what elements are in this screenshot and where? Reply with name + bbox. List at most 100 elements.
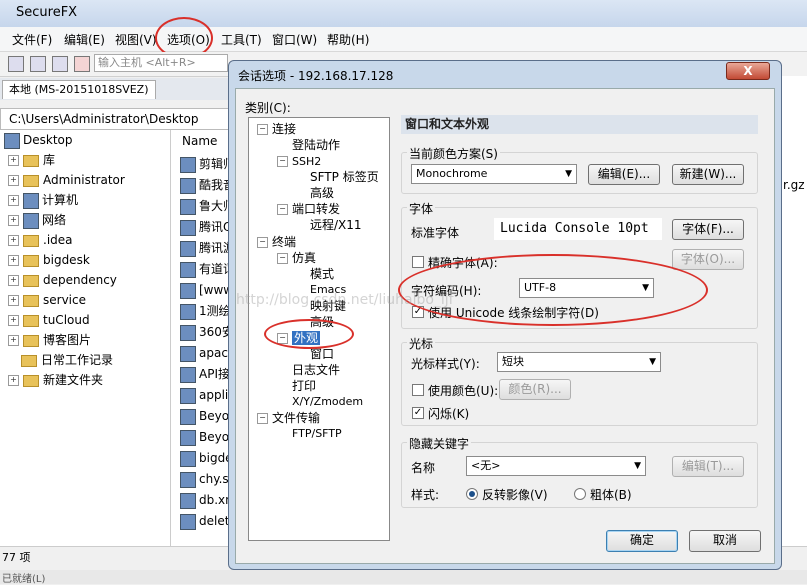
file-row[interactable]: 酷我音 — [180, 175, 235, 195]
category-printing[interactable]: 打印 — [292, 378, 316, 394]
expand-icon[interactable]: + — [8, 255, 19, 266]
category-ftp-sftp[interactable]: FTP/SFTP — [292, 426, 342, 442]
file-row[interactable]: Beyo — [180, 406, 229, 426]
expand-icon[interactable]: + — [8, 275, 19, 286]
tree-item-administrator[interactable]: + Administrator — [8, 170, 125, 190]
font-button[interactable]: 字体(F)... — [672, 219, 744, 240]
column-header-name[interactable]: Name — [182, 134, 217, 148]
file-row[interactable]: applic — [180, 385, 235, 405]
tree-item-library[interactable]: + 库 — [8, 150, 55, 170]
precise-font-button[interactable]: 字体(O)... — [672, 249, 744, 270]
collapse-icon[interactable]: − — [277, 253, 288, 264]
file-row[interactable]: bigde — [180, 448, 233, 468]
host-input[interactable]: 输入主机 <Alt+R> — [94, 54, 228, 72]
tree-item-daily-log[interactable]: 日常工作记录 — [21, 350, 113, 370]
file-row[interactable]: 剪辑师 — [180, 154, 235, 174]
category-connection[interactable]: − 连接 — [257, 121, 296, 137]
use-color-checkbox[interactable] — [412, 384, 424, 396]
connect-icon[interactable] — [8, 56, 24, 72]
tree-item-dependency[interactable]: + dependency — [8, 270, 117, 290]
file-icon — [180, 219, 196, 236]
menu-file[interactable]: 文件(F) — [12, 31, 52, 48]
file-row[interactable]: db.xn — [180, 490, 233, 510]
cancel-button[interactable]: 取消 — [689, 530, 761, 552]
blink-checkbox[interactable]: ✓ — [412, 407, 424, 419]
tree-item-bigdesk[interactable]: + bigdesk — [8, 250, 90, 270]
expand-icon[interactable]: + — [8, 375, 19, 386]
category-remote-x11[interactable]: 远程/X11 — [310, 217, 362, 233]
tree-item-computer[interactable]: + 计算机 — [8, 190, 78, 210]
keyword-edit-button[interactable]: 编辑(T)... — [672, 456, 744, 477]
category-modes[interactable]: 模式 — [310, 266, 334, 282]
file-row[interactable]: Beyo — [180, 427, 229, 447]
collapse-icon[interactable]: − — [257, 124, 268, 135]
tree-item-service[interactable]: + service — [8, 290, 86, 310]
category-port-forward[interactable]: − 端口转发 — [277, 201, 340, 217]
reconnect-icon[interactable] — [52, 56, 68, 72]
tree-item-blog-images[interactable]: + 博客图片 — [8, 330, 91, 350]
category-terminal[interactable]: − 终端 — [257, 234, 296, 250]
expand-icon[interactable]: + — [8, 335, 19, 346]
remote-pane-edge — [782, 76, 807, 546]
precise-font-checkbox[interactable] — [412, 256, 424, 268]
file-row[interactable]: 1测绘 — [180, 301, 231, 321]
local-path[interactable]: C:\Users\Administrator\Desktop — [0, 108, 232, 130]
expand-icon[interactable]: + — [8, 235, 19, 246]
category-ssh2[interactable]: − SSH2 — [277, 153, 321, 169]
tree-item-desktop[interactable]: Desktop — [4, 130, 73, 150]
menu-tools[interactable]: 工具(T) — [221, 31, 262, 48]
category-label-text: SSH2 — [292, 155, 322, 168]
file-row[interactable]: 腾讯游 — [180, 238, 235, 258]
file-row[interactable]: 有道词 — [180, 259, 235, 279]
expand-icon[interactable]: + — [8, 215, 19, 226]
category-sftp-tab[interactable]: SFTP 标签页 — [310, 169, 379, 185]
category-file-transfer[interactable]: − 文件传输 — [257, 410, 320, 426]
file-row[interactable]: 鲁大师 — [180, 196, 235, 216]
file-row[interactable]: 腾讯Q — [180, 217, 232, 237]
expand-icon[interactable]: + — [8, 175, 19, 186]
category-log-file[interactable]: 日志文件 — [292, 362, 340, 378]
cursor-style-select[interactable]: 短块 ▼ — [497, 352, 661, 372]
file-row[interactable]: delet — [180, 511, 229, 531]
tree-item-network[interactable]: + 网络 — [8, 210, 66, 230]
category-login-actions[interactable]: 登陆动作 — [292, 137, 340, 153]
menu-window[interactable]: 窗口(W) — [272, 31, 317, 48]
expand-icon[interactable]: + — [8, 315, 19, 326]
reverse-video-radio[interactable] — [466, 488, 478, 500]
new-scheme-button[interactable]: 新建(W)... — [672, 164, 744, 185]
cursor-color-button[interactable]: 颜色(R)... — [499, 379, 571, 400]
file-row[interactable]: [www — [180, 280, 233, 300]
expand-icon[interactable]: + — [8, 195, 19, 206]
tree-item-tucloud[interactable]: + tuCloud — [8, 310, 90, 330]
color-scheme-select[interactable]: Monochrome ▼ — [411, 164, 577, 184]
bold-radio[interactable] — [574, 488, 586, 500]
tree-item-label: 新建文件夹 — [43, 373, 104, 387]
collapse-icon[interactable]: − — [277, 204, 288, 215]
category-ssh2-advanced[interactable]: 高级 — [310, 185, 334, 201]
tree-item-new-folder[interactable]: + 新建文件夹 — [8, 370, 103, 390]
collapse-icon[interactable]: − — [257, 413, 268, 424]
quick-connect-icon[interactable] — [30, 56, 46, 72]
close-icon[interactable]: X — [726, 62, 770, 80]
file-row[interactable]: API接 — [180, 364, 230, 384]
category-emulation[interactable]: − 仿真 — [277, 250, 316, 266]
tab-local[interactable]: 本地 (MS-20151018SVEZ) — [2, 80, 156, 99]
collapse-icon[interactable]: − — [277, 156, 288, 167]
keyword-name-select[interactable]: <无> ▼ — [466, 456, 646, 476]
expand-icon[interactable]: + — [8, 295, 19, 306]
annotation-circle-appearance — [264, 319, 354, 349]
desktop-icon — [4, 132, 20, 149]
category-xyzmodem[interactable]: X/Y/Zmodem — [292, 394, 363, 410]
menu-help[interactable]: 帮助(H) — [327, 31, 369, 48]
file-row[interactable]: 360安 — [180, 322, 234, 342]
collapse-icon[interactable]: − — [257, 237, 268, 248]
disconnect-icon[interactable] — [74, 56, 90, 72]
expand-icon[interactable]: + — [8, 155, 19, 166]
menu-view[interactable]: 视图(V) — [115, 31, 157, 48]
edit-scheme-button[interactable]: 编辑(E)... — [588, 164, 660, 185]
menu-edit[interactable]: 编辑(E) — [64, 31, 105, 48]
file-row[interactable]: chy.s — [180, 469, 229, 489]
chevron-down-icon: ▼ — [565, 169, 572, 179]
tree-item-idea[interactable]: + .idea — [8, 230, 73, 250]
ok-button[interactable]: 确定 — [606, 530, 678, 552]
